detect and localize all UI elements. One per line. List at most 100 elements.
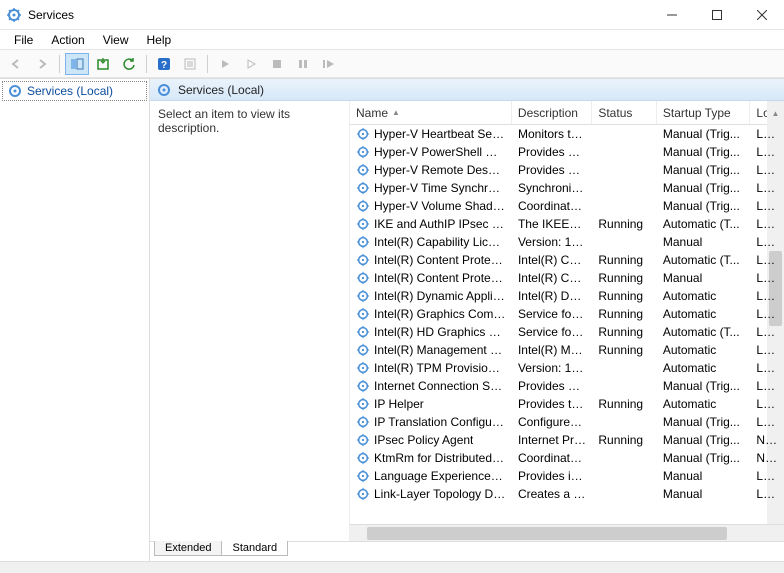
service-row[interactable]: Internet Connection Sharin...Provides ne… bbox=[350, 377, 784, 395]
tree-pane: Services (Local) bbox=[0, 79, 150, 561]
cell-name: IPsec Policy Agent bbox=[350, 433, 512, 447]
toolbar-separator bbox=[146, 55, 147, 73]
cell-description: Provides ne... bbox=[512, 379, 592, 393]
cell-logon: Loca bbox=[750, 325, 784, 339]
close-button[interactable] bbox=[739, 0, 784, 29]
cell-logon: Loca bbox=[750, 379, 784, 393]
service-row[interactable]: Link-Layer Topology Discov...Creates a N… bbox=[350, 485, 784, 503]
grid-header: Name▲ Description Status Startup Type Lo… bbox=[350, 101, 784, 125]
service-row[interactable]: Hyper-V Volume Shadow C...Coordinates...… bbox=[350, 197, 784, 215]
service-row[interactable]: Intel(R) Management and S...Intel(R) Ma.… bbox=[350, 341, 784, 359]
cell-startup-type: Automatic bbox=[657, 307, 751, 321]
service-row[interactable]: Intel(R) Graphics Command...Service for … bbox=[350, 305, 784, 323]
properties-button[interactable] bbox=[178, 53, 202, 75]
cell-name: Hyper-V Time Synchronizati... bbox=[350, 181, 512, 195]
start-service-alt-button[interactable] bbox=[239, 53, 263, 75]
cell-logon: Loca bbox=[750, 217, 784, 231]
maximize-button[interactable] bbox=[694, 0, 739, 29]
start-service-button[interactable] bbox=[213, 53, 237, 75]
menu-action[interactable]: Action bbox=[43, 32, 92, 48]
cell-name: Hyper-V Volume Shadow C... bbox=[350, 199, 512, 213]
cell-logon: Loca bbox=[750, 271, 784, 285]
cell-logon: Loca bbox=[750, 289, 784, 303]
cell-logon: Loca bbox=[750, 397, 784, 411]
back-button[interactable] bbox=[4, 53, 28, 75]
forward-button[interactable] bbox=[30, 53, 54, 75]
menu-help[interactable]: Help bbox=[139, 32, 180, 48]
cell-startup-type: Automatic bbox=[657, 361, 751, 375]
cell-logon: Netw bbox=[750, 451, 784, 465]
cell-startup-type: Manual (Trig... bbox=[657, 415, 751, 429]
pane-header: Services (Local) bbox=[150, 79, 784, 101]
cell-logon: Loca bbox=[750, 145, 784, 159]
export-list-button[interactable] bbox=[91, 53, 115, 75]
service-row[interactable]: Intel(R) Capability Licensing...Version:… bbox=[350, 233, 784, 251]
horizontal-scroll-thumb[interactable] bbox=[367, 527, 727, 540]
cell-name: Intel(R) HD Graphics Contro... bbox=[350, 325, 512, 339]
tree-root-services-local[interactable]: Services (Local) bbox=[2, 81, 147, 101]
service-row[interactable]: Language Experience ServiceProvides inf.… bbox=[350, 467, 784, 485]
service-row[interactable]: IPsec Policy AgentInternet Pro...Running… bbox=[350, 431, 784, 449]
cell-description: Version: 1.6... bbox=[512, 361, 592, 375]
refresh-button[interactable] bbox=[117, 53, 141, 75]
cell-logon: Netw bbox=[750, 433, 784, 447]
service-row[interactable]: KtmRm for Distributed Tran...Coordinates… bbox=[350, 449, 784, 467]
cell-startup-type: Manual (Trig... bbox=[657, 433, 751, 447]
service-row[interactable]: Intel(R) Dynamic Applicatio...Intel(R) D… bbox=[350, 287, 784, 305]
minimize-button[interactable] bbox=[649, 0, 694, 29]
cell-startup-type: Manual (Trig... bbox=[657, 199, 751, 213]
service-row[interactable]: Hyper-V Remote Desktop Vi...Provides a p… bbox=[350, 161, 784, 179]
column-header-status[interactable]: Status bbox=[592, 101, 657, 124]
service-row[interactable]: Intel(R) HD Graphics Contro...Service fo… bbox=[350, 323, 784, 341]
cell-startup-type: Manual bbox=[657, 271, 751, 285]
column-header-description[interactable]: Description bbox=[512, 101, 592, 124]
cell-description: Version: 1.6... bbox=[512, 235, 592, 249]
cell-description: Monitors th... bbox=[512, 127, 592, 141]
cell-name: IP Translation Configuration... bbox=[350, 415, 512, 429]
view-tabs: Extended Standard bbox=[150, 541, 784, 561]
service-row[interactable]: Hyper-V Time Synchronizati...Synchronize… bbox=[350, 179, 784, 197]
cell-logon: Loca bbox=[750, 127, 784, 141]
cell-status: Running bbox=[592, 433, 656, 447]
cell-startup-type: Manual bbox=[657, 487, 751, 501]
service-row[interactable]: Intel(R) Content Protection ...Intel(R) … bbox=[350, 269, 784, 287]
tab-extended[interactable]: Extended bbox=[154, 541, 222, 556]
cell-logon: Loca bbox=[750, 235, 784, 249]
cell-name: Link-Layer Topology Discov... bbox=[350, 487, 512, 501]
menu-bar: File Action View Help bbox=[0, 30, 784, 50]
cell-status: Running bbox=[592, 253, 656, 267]
cell-description: Provides inf... bbox=[512, 469, 592, 483]
cell-description: Configures ... bbox=[512, 415, 592, 429]
cell-logon: Loca bbox=[750, 199, 784, 213]
service-row[interactable]: IP Translation Configuration...Configure… bbox=[350, 413, 784, 431]
cell-logon: Loca bbox=[750, 163, 784, 177]
toolbar-separator bbox=[59, 55, 60, 73]
grid-body[interactable]: Hyper-V Heartbeat ServiceMonitors th...M… bbox=[350, 125, 784, 524]
cell-startup-type: Manual bbox=[657, 469, 751, 483]
service-row[interactable]: Intel(R) TPM Provisioning S...Version: 1… bbox=[350, 359, 784, 377]
service-row[interactable]: IKE and AuthIP IPsec Keying...The IKEEXT… bbox=[350, 215, 784, 233]
scroll-up-icon[interactable]: ▲ bbox=[767, 101, 784, 125]
cell-startup-type: Manual bbox=[657, 235, 751, 249]
show-hide-tree-button[interactable] bbox=[65, 53, 89, 75]
window-controls bbox=[649, 0, 784, 29]
menu-view[interactable]: View bbox=[95, 32, 137, 48]
pause-service-button[interactable] bbox=[291, 53, 315, 75]
svg-text:?: ? bbox=[161, 60, 167, 71]
column-header-startup-type[interactable]: Startup Type bbox=[657, 101, 751, 124]
cell-description: Internet Pro... bbox=[512, 433, 592, 447]
stop-service-button[interactable] bbox=[265, 53, 289, 75]
tab-standard[interactable]: Standard bbox=[221, 541, 288, 556]
service-row[interactable]: Hyper-V Heartbeat ServiceMonitors th...M… bbox=[350, 125, 784, 143]
restart-service-button[interactable] bbox=[317, 53, 341, 75]
content-row: Select an item to view its description. … bbox=[150, 101, 784, 541]
service-row[interactable]: IP HelperProvides tu...RunningAutomaticL… bbox=[350, 395, 784, 413]
cell-logon: Loca bbox=[750, 415, 784, 429]
service-row[interactable]: Intel(R) Content Protection ...Intel(R) … bbox=[350, 251, 784, 269]
horizontal-scrollbar[interactable] bbox=[350, 524, 784, 541]
help-button[interactable]: ? bbox=[152, 53, 176, 75]
services-grid: Name▲ Description Status Startup Type Lo… bbox=[350, 101, 784, 541]
service-row[interactable]: Hyper-V PowerShell Direct ...Provides a … bbox=[350, 143, 784, 161]
column-header-name[interactable]: Name▲ bbox=[350, 101, 512, 124]
menu-file[interactable]: File bbox=[6, 32, 41, 48]
